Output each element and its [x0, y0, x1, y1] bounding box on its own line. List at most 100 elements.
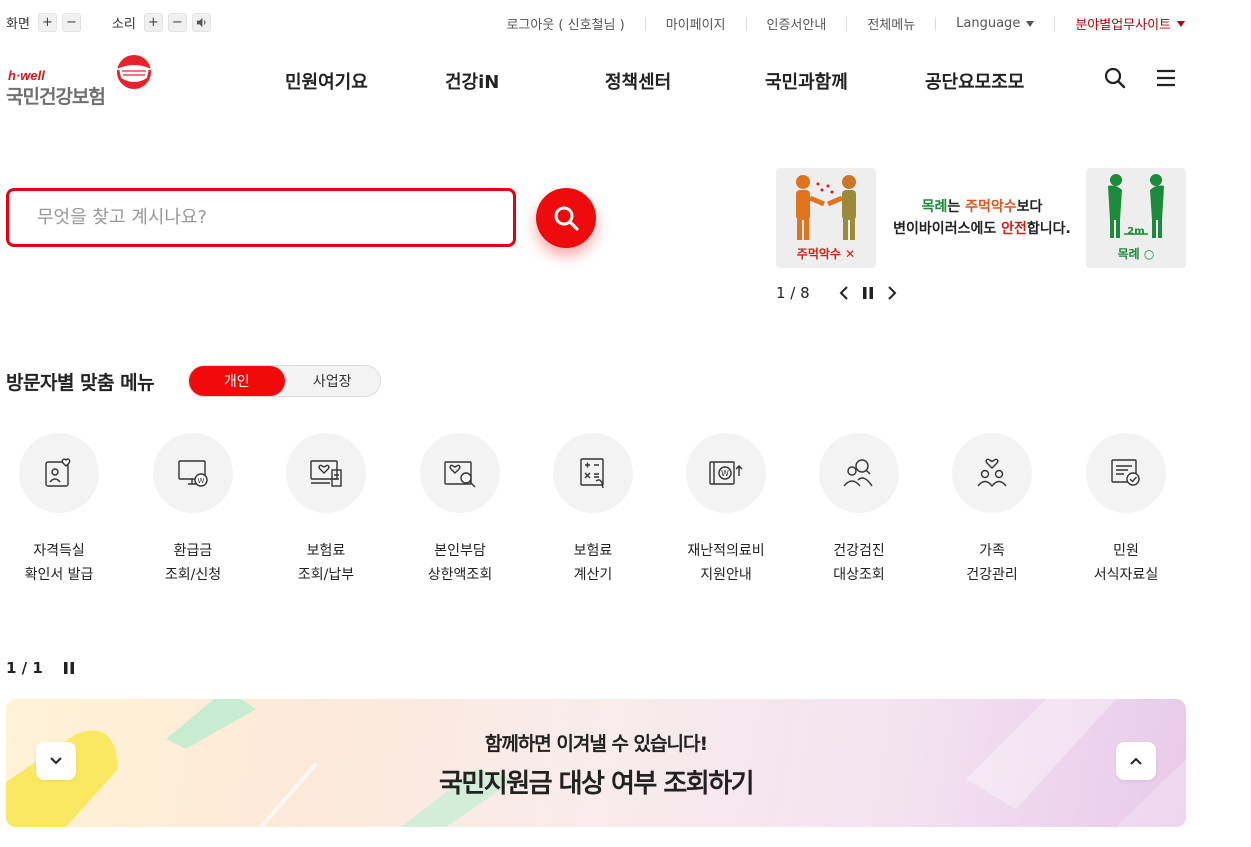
header-menu-button[interactable]: [1154, 66, 1178, 90]
quick-menu-label: 건강검진 대상조회: [794, 539, 924, 587]
quick-menu-item[interactable]: 자격득실 확인서 발급: [0, 433, 124, 587]
document-check-icon: [1111, 459, 1140, 486]
wallet-won-icon: W: [709, 461, 743, 485]
notice-banner-slide[interactable]: 주먹악수 ✕ 목례는 주먹악수보다 변이바이러스에도 안전합니다. 2m 목례 …: [776, 168, 1186, 268]
quick-menu-list: 자격득실 확인서 발급 W 환급금 조회/신청 보험료조회/납부 본인부담 상한액조회…: [0, 433, 1200, 593]
banner-pause-button[interactable]: [860, 285, 876, 301]
nav-about-nhis[interactable]: 공단요모조모: [925, 68, 1024, 94]
svg-text:W: W: [721, 469, 729, 478]
screen-zoom-out-button[interactable]: −: [61, 13, 81, 32]
label-line1: 보험료: [306, 543, 346, 559]
caret-down-icon: [1177, 20, 1185, 27]
pause-icon: [862, 287, 873, 299]
language-dropdown[interactable]: Language: [956, 16, 1035, 31]
label-line1: 환급금: [173, 543, 213, 559]
sound-up-button[interactable]: +: [143, 13, 163, 32]
visitor-menu-title: 방문자별 맞춤 메뉴: [6, 372, 155, 394]
screen-zoom-control: 화면 + −: [6, 13, 86, 32]
quick-menu-icon-circle: [819, 433, 899, 513]
fist-bump-illustration: 주먹악수 ✕: [776, 168, 876, 268]
search-input[interactable]: [9, 191, 513, 244]
label-line2: 조회/납부: [297, 567, 355, 583]
label-line1: 본인부담: [434, 543, 486, 559]
all-menu-link[interactable]: 전체메뉴: [867, 14, 915, 33]
quick-menu-item[interactable]: W 환급금 조회/신청: [128, 433, 258, 587]
main-header: h·well 국민건강보험 민원여기요 건강iN 정책센터 국민과함께 공단요모…: [0, 50, 1251, 110]
divider: [745, 16, 747, 31]
promo-banner[interactable]: 함께하면 이겨낼 수 있습니다! 국민지원금 대상 여부 조회하기: [6, 699, 1186, 827]
quick-menu-item[interactable]: 보험료조회/납부: [261, 433, 391, 587]
nav-policy-center[interactable]: 정책센터: [605, 68, 671, 94]
label-line2: 건강관리: [966, 567, 1018, 583]
quick-menu-item[interactable]: 가족건강관리: [927, 433, 1057, 587]
toggle-business[interactable]: 사업장: [285, 366, 381, 396]
quick-menu-label: 본인부담 상한액조회: [395, 539, 525, 587]
all-menu-label: 전체메뉴: [867, 18, 916, 33]
speaker-icon: [196, 17, 206, 28]
quick-menu-item[interactable]: 보험료 계산기: [528, 433, 658, 587]
mypage-link[interactable]: 마이페이지: [666, 14, 726, 33]
certificate-guide-link[interactable]: 인증서안내: [767, 14, 827, 33]
bow-caption: 목례 ○: [1117, 247, 1155, 261]
banner-text-part: 보다: [1016, 199, 1043, 215]
promo-expand-button[interactable]: [36, 742, 76, 780]
chevron-up-icon: [1130, 757, 1142, 765]
screen-zoom-in-button[interactable]: +: [37, 13, 57, 32]
certificate-guide-label: 인증서안내: [766, 18, 827, 33]
pause-icon: [63, 662, 74, 674]
fist-bump-caption: 주먹악수 ✕: [796, 247, 856, 261]
id-card-heart-icon: [45, 458, 71, 487]
sound-down-button[interactable]: −: [167, 13, 187, 32]
search-submit-button[interactable]: [536, 188, 596, 248]
banner-next-button[interactable]: [884, 285, 900, 301]
logo-hwell-text: h·well: [8, 68, 45, 83]
toggle-personal[interactable]: 개인: [189, 366, 285, 396]
quick-menu-item[interactable]: 건강검진 대상조회: [794, 433, 924, 587]
divider: [644, 16, 646, 31]
banner-controls: 1 / 8: [776, 284, 900, 302]
fist-bump-people-icon: [796, 175, 856, 240]
business-sites-dropdown[interactable]: 분야별업무사이트: [1075, 14, 1185, 33]
nav-civil-service[interactable]: 민원여기요: [285, 68, 368, 94]
nav-with-citizens[interactable]: 국민과함께: [765, 68, 848, 94]
quick-menu-icon-circle: [286, 433, 366, 513]
nav-health-in[interactable]: 건강iN: [445, 68, 499, 94]
speaker-button[interactable]: [191, 13, 211, 32]
label-line2: 대상조회: [833, 567, 885, 583]
quick-menu-item[interactable]: 민원서식자료실: [1061, 433, 1191, 587]
quick-menu-label: 보험료조회/납부: [261, 539, 391, 587]
family-heart-icon: [977, 458, 1007, 488]
promo-subtitle: 함께하면 이겨낼 수 있습니다!: [484, 733, 708, 755]
distance-label: 2m: [1127, 226, 1145, 237]
calculator-icon: [580, 458, 604, 489]
mypage-label: 마이페이지: [665, 18, 726, 33]
sound-label: 소리: [111, 17, 136, 32]
label-line1: 민원: [1113, 543, 1139, 559]
promo-controls: 1 / 1: [6, 659, 77, 677]
logout-link[interactable]: 로그아웃 ( 신호철님 ): [506, 14, 624, 33]
logout-label: 로그아웃 ( 신호철님 ): [506, 18, 625, 33]
quick-menu-label: 환급금 조회/신청: [128, 539, 258, 587]
banner-prev-button[interactable]: [836, 285, 852, 301]
label-line1: 재난적의료비: [687, 543, 765, 559]
quick-menu-icon-circle: [553, 433, 633, 513]
quick-menu-item[interactable]: W 재난적의료비 지원안내: [661, 433, 791, 587]
quick-menu-item[interactable]: 본인부담 상한액조회: [395, 433, 525, 587]
label-line1: 자격득실: [33, 543, 85, 559]
promo-pager: 1 / 1: [6, 659, 43, 677]
promo-pause-button[interactable]: [61, 660, 77, 676]
chevron-right-icon: [887, 286, 897, 300]
search-icon: [1104, 67, 1126, 89]
quick-menu-icon-circle: [1086, 433, 1166, 513]
monitor-won-icon: W: [178, 460, 208, 487]
quick-menu-icon-circle: W: [686, 433, 766, 513]
header-search-button[interactable]: [1103, 66, 1127, 90]
label-line2: 서식자료실: [1093, 567, 1159, 583]
label-line1: 가족: [979, 543, 1005, 559]
divider: [935, 16, 937, 31]
logo-mask-emblem-icon: [116, 55, 152, 89]
search-heart-icon: [444, 461, 476, 488]
site-logo[interactable]: h·well 국민건강보험: [6, 54, 156, 108]
banner-text-part: 변이바이러스에도: [893, 221, 1002, 237]
promo-collapse-button[interactable]: [1116, 742, 1156, 780]
